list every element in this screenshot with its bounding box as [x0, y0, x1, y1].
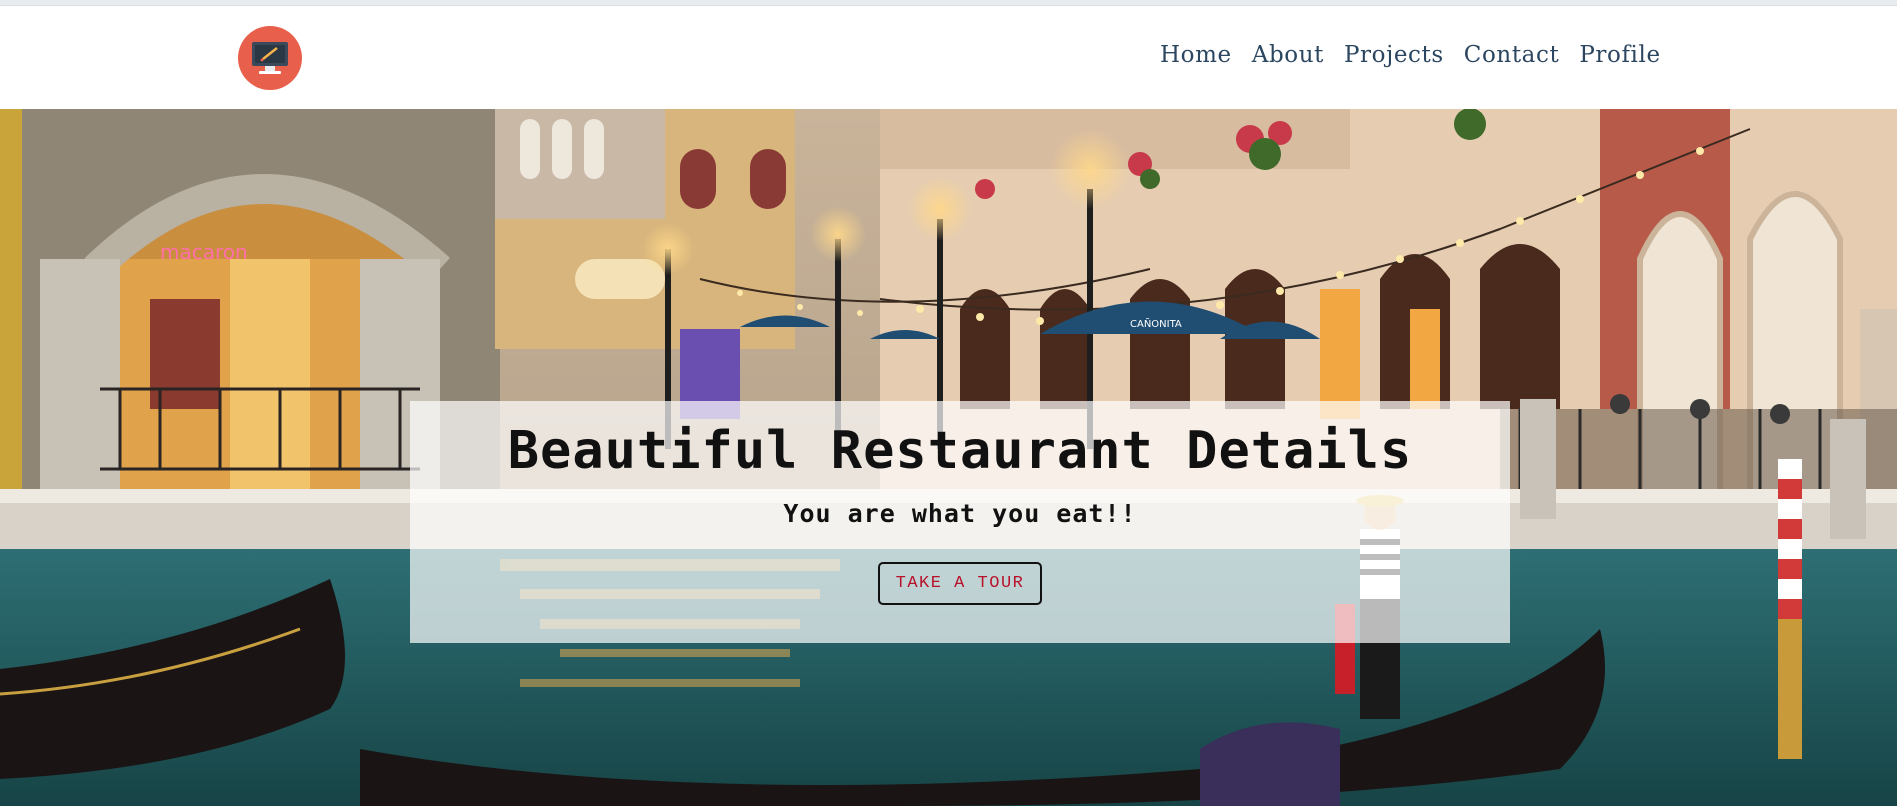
hero-overlay-card: Beautiful Restaurant Details You are wha…: [410, 401, 1510, 643]
nav-link-about[interactable]: About: [1252, 42, 1324, 68]
svg-text:macaron: macaron: [160, 240, 248, 264]
umbrella-text: CAÑONITA: [1130, 317, 1182, 330]
nav-link-contact[interactable]: Contact: [1464, 42, 1560, 68]
desktop-computer-icon: [252, 42, 288, 74]
nav-links: Home About Projects Contact Profile: [1160, 42, 1661, 68]
hero-title: Beautiful Restaurant Details: [507, 421, 1413, 481]
hero-subtitle: You are what you eat!!: [783, 499, 1137, 528]
take-a-tour-button[interactable]: TAKE A TOUR: [877, 562, 1043, 605]
site-logo[interactable]: [238, 26, 302, 90]
nav-link-projects[interactable]: Projects: [1344, 42, 1444, 68]
navbar: Home About Projects Contact Profile: [0, 6, 1897, 109]
nav-link-profile[interactable]: Profile: [1579, 42, 1660, 68]
nav-link-home[interactable]: Home: [1160, 42, 1232, 68]
hero-section: macaron CAÑONITA Beautiful Restaurant De…: [0, 109, 1897, 806]
